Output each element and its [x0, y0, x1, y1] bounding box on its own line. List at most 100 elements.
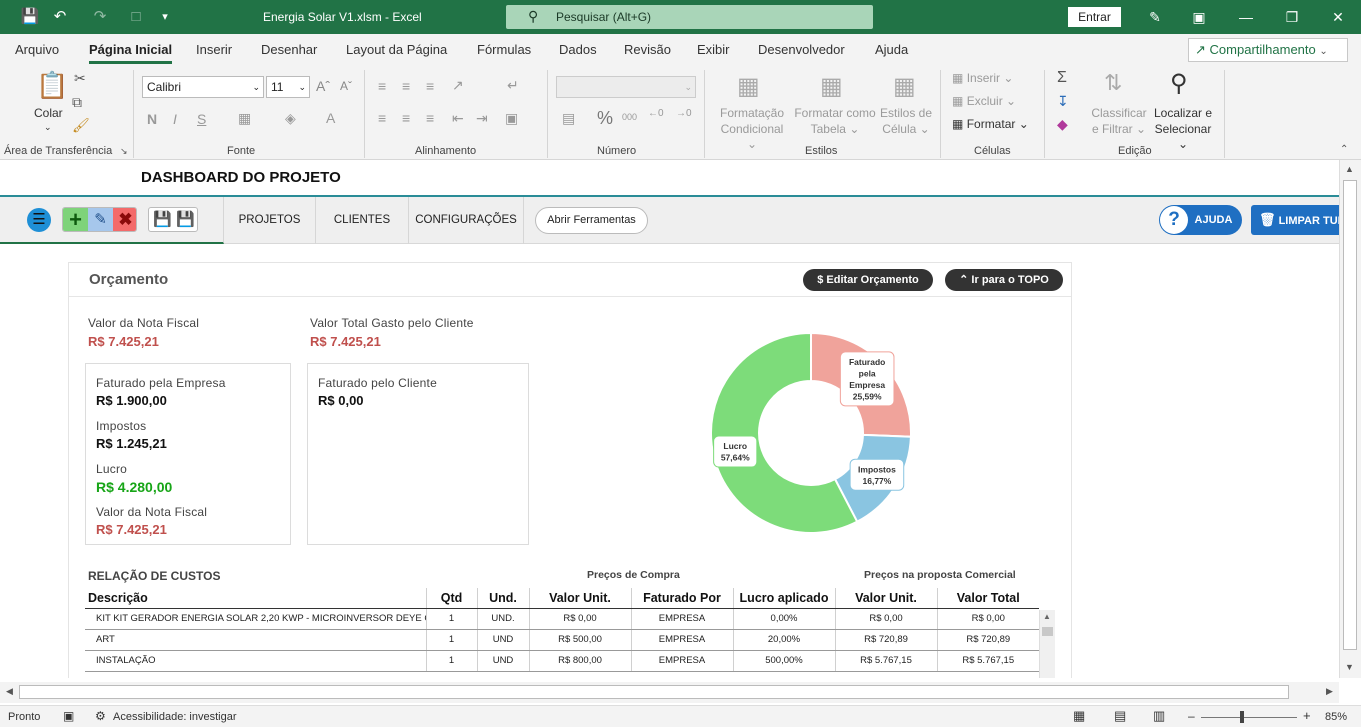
align-top-icon[interactable]: ≡: [378, 78, 386, 94]
zoom-level[interactable]: 85%: [1325, 711, 1347, 723]
nav-settings[interactable]: CONFIGURAÇÕES: [409, 197, 524, 244]
italic-icon[interactable]: I: [173, 111, 177, 127]
format-table-icon[interactable]: ▦: [820, 72, 843, 101]
fill-icon[interactable]: ↧: [1057, 93, 1069, 110]
paste-chevron-icon[interactable]: ⌄: [44, 122, 52, 134]
cell-billed-by[interactable]: EMPRESA: [631, 608, 734, 630]
align-middle-icon[interactable]: ≡: [402, 78, 410, 94]
scroll-up-icon[interactable]: ▲: [1345, 164, 1354, 174]
undo-icon[interactable]: ↶: [50, 7, 70, 27]
signin-button[interactable]: Entrar: [1068, 7, 1121, 27]
redo-icon[interactable]: ↷: [90, 7, 110, 27]
clear-icon[interactable]: ◆: [1057, 116, 1068, 133]
conditional-format-button[interactable]: Formatação Condicional ⌄: [714, 106, 790, 153]
zoom-slider[interactable]: [1201, 717, 1297, 718]
grow-font-icon[interactable]: Aˆ: [316, 78, 330, 94]
pen-icon[interactable]: ✎: [1145, 7, 1165, 27]
tab-desenvolvedor[interactable]: Desenvolvedor: [758, 42, 845, 57]
zoom-slider-thumb[interactable]: [1240, 711, 1244, 723]
share-button[interactable]: ↗ Compartilhamento ⌄: [1188, 38, 1348, 62]
add-icon[interactable]: +: [63, 208, 88, 231]
close-icon[interactable]: ✕: [1328, 7, 1348, 27]
tab-pagina-inicial[interactable]: Página Inicial: [89, 42, 173, 64]
normal-view-icon[interactable]: ▦: [1073, 708, 1085, 724]
tab-revisao[interactable]: Revisão: [624, 42, 671, 57]
help-button[interactable]: ? AJUDA: [1159, 205, 1242, 235]
tab-arquivo[interactable]: Arquivo: [15, 42, 59, 57]
sort-filter-icon[interactable]: ⇅: [1104, 70, 1122, 96]
clear-all-button[interactable]: 🗑 LIMPAR TUDO: [1251, 205, 1339, 235]
zoom-in-icon[interactable]: +: [1303, 708, 1311, 723]
thousands-icon[interactable]: 000: [622, 112, 637, 122]
cell-unit-value[interactable]: R$ 500,00: [529, 629, 632, 651]
cell-profit-applied[interactable]: 0,00%: [733, 608, 836, 630]
cell-description[interactable]: INSTALAÇÃO: [85, 650, 427, 672]
align-left-icon[interactable]: ≡: [378, 110, 386, 126]
accessibility-status[interactable]: Acessibilidade: investigar: [113, 711, 237, 723]
increase-decimal-icon[interactable]: ←0: [648, 108, 664, 119]
table-scroll-thumb[interactable]: [1042, 627, 1053, 636]
font-name-select[interactable]: Calibri ⌄: [142, 76, 264, 98]
decrease-decimal-icon[interactable]: →0: [676, 108, 692, 119]
scroll-up-icon[interactable]: ▲: [1043, 612, 1051, 621]
find-icon[interactable]: ⚲: [1170, 69, 1188, 98]
cell-profit-applied[interactable]: 20,00%: [733, 629, 836, 651]
align-bottom-icon[interactable]: ≡: [426, 78, 434, 94]
cell-description[interactable]: KIT KIT GERADOR ENERGIA SOLAR 2,20 KWP -…: [85, 608, 427, 630]
cell-billed-by[interactable]: EMPRESA: [631, 629, 734, 651]
number-format-select[interactable]: ⌄: [556, 76, 696, 98]
insert-cells-button[interactable]: ▦ Inserir ⌄: [952, 71, 1013, 87]
tab-exibir[interactable]: Exibir: [697, 42, 730, 57]
horizontal-scroll-thumb[interactable]: [19, 685, 1289, 699]
paste-button[interactable]: Colar: [34, 106, 63, 122]
delete-icon[interactable]: ✖: [113, 208, 136, 231]
nav-clients[interactable]: CLIENTES: [316, 197, 409, 244]
autosum-icon[interactable]: Σ: [1057, 69, 1067, 87]
cell-qty[interactable]: 1: [426, 629, 478, 651]
collapse-ribbon-icon[interactable]: ⌃: [1340, 144, 1348, 155]
percent-icon[interactable]: %: [597, 108, 613, 129]
open-tools-button[interactable]: Abrir Ferramentas: [535, 207, 648, 234]
cell-unit[interactable]: UND: [477, 629, 530, 651]
worksheet[interactable]: DASHBOARD DO PROJETO ☰ + ✎ ✖ 💾 💾 PROJETO…: [0, 160, 1339, 678]
paste-icon[interactable]: 📋: [36, 70, 68, 101]
cell-unit-value[interactable]: R$ 800,00: [529, 650, 632, 672]
menu-icon[interactable]: ☰: [27, 208, 51, 232]
cell-unit[interactable]: UND.: [477, 608, 530, 630]
table-row[interactable]: KIT KIT GERADOR ENERGIA SOLAR 2,20 KWP -…: [85, 608, 1039, 630]
currency-icon[interactable]: ▤: [562, 110, 575, 127]
scroll-left-icon[interactable]: ◀: [6, 686, 13, 697]
edit-icon[interactable]: ✎: [88, 208, 113, 231]
save-icon[interactable]: 💾: [20, 7, 40, 27]
table-scrollbar[interactable]: ▲: [1039, 610, 1055, 678]
cell-total-value[interactable]: R$ 5.767,15: [937, 650, 1039, 672]
cell-unit-value[interactable]: R$ 0,00: [529, 608, 632, 630]
macro-record-icon[interactable]: ▣: [63, 709, 74, 723]
save-icon[interactable]: 💾: [153, 210, 172, 228]
tab-formulas[interactable]: Fórmulas: [477, 42, 531, 57]
restore-icon[interactable]: ❐: [1282, 7, 1302, 27]
conditional-format-icon[interactable]: ▦: [737, 72, 760, 101]
copy-icon[interactable]: ⧉: [72, 94, 82, 111]
align-right-icon[interactable]: ≡: [426, 110, 434, 126]
cell-qty[interactable]: 1: [426, 650, 478, 672]
font-size-select[interactable]: 11 ⌄: [266, 76, 310, 98]
borders-icon[interactable]: ▦: [238, 110, 251, 127]
minimize-icon[interactable]: —: [1236, 7, 1256, 27]
tab-dados[interactable]: Dados: [559, 42, 597, 57]
cell-unit[interactable]: UND: [477, 650, 530, 672]
fill-color-icon[interactable]: ◈: [285, 110, 296, 127]
merge-icon[interactable]: ▣: [505, 110, 518, 127]
cell-description[interactable]: ART: [85, 629, 427, 651]
accessibility-icon[interactable]: ⚙: [95, 709, 106, 723]
customize-toolbar-icon[interactable]: ▾: [155, 7, 175, 27]
cell-proposal-unit-value[interactable]: R$ 0,00: [835, 608, 938, 630]
font-color-icon[interactable]: A: [326, 110, 335, 126]
scroll-right-icon[interactable]: ▶: [1326, 686, 1333, 697]
format-painter-icon[interactable]: 🖌: [72, 117, 90, 134]
format-cells-button[interactable]: ▦ Formatar ⌄: [952, 117, 1029, 133]
cell-proposal-unit-value[interactable]: R$ 720,89: [835, 629, 938, 651]
bold-icon[interactable]: N: [147, 111, 157, 127]
table-row[interactable]: INSTALAÇÃO 1 UND R$ 800,00 EMPRESA 500,0…: [85, 650, 1039, 672]
cell-styles-button[interactable]: Estilos de Célula ⌄: [878, 106, 934, 137]
